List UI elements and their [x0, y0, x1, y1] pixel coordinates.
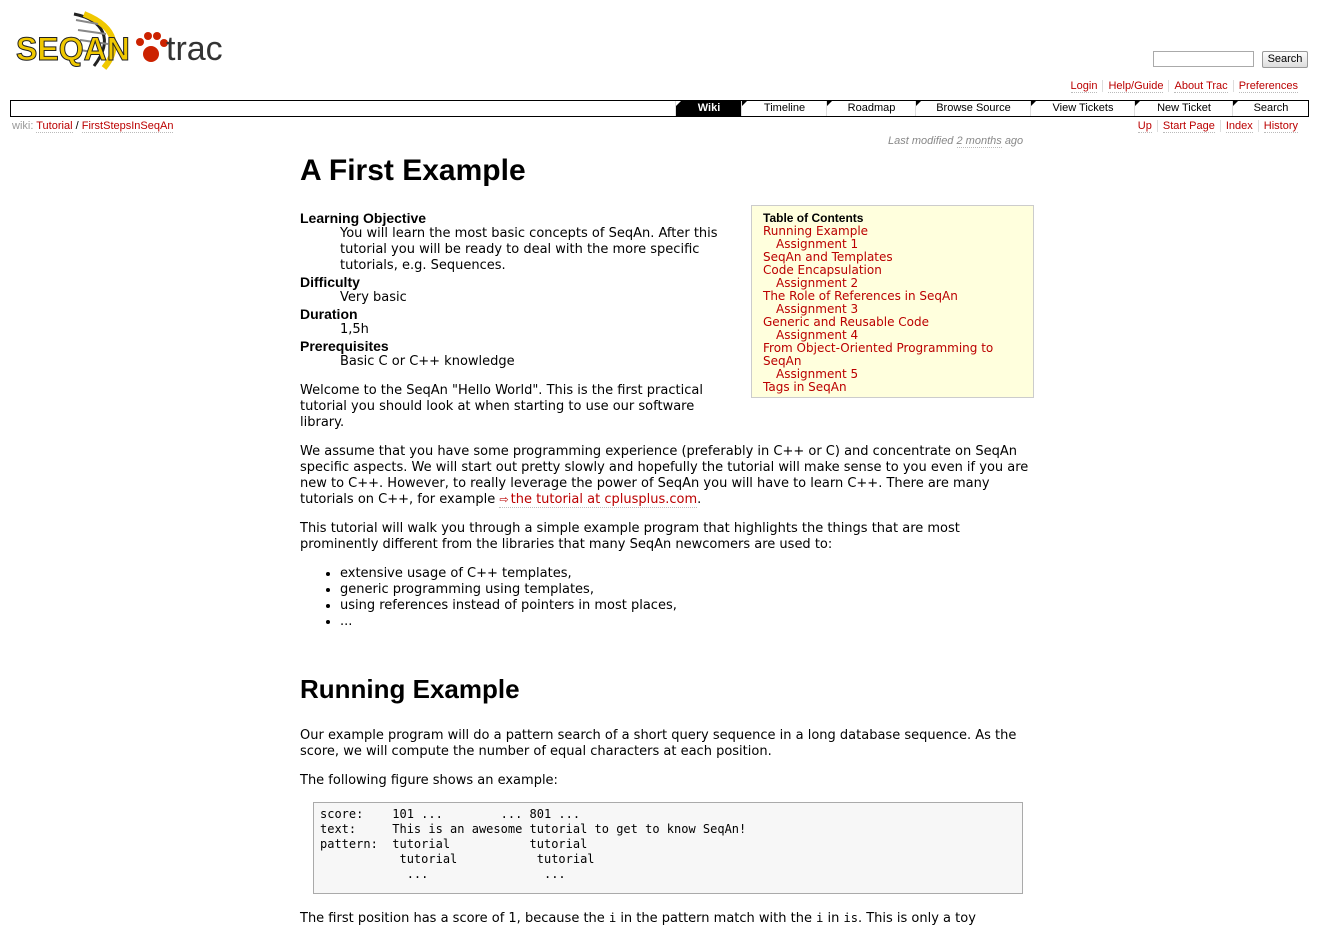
context-navigation: Up Start Page Index History	[1133, 120, 1303, 133]
section-heading-running-example: Running Example	[300, 674, 520, 704]
last-modified-suffix: ago	[1004, 135, 1024, 147]
search-button[interactable]: Search	[1262, 51, 1308, 68]
figure-intro: The following figure shows an example:	[300, 773, 558, 788]
score-text-c: in	[827, 911, 840, 926]
paw-icon	[136, 32, 168, 62]
score-text-a: The first position has a score of 1, bec…	[300, 911, 605, 926]
tab-label: Search	[1253, 102, 1289, 114]
up-link[interactable]: Up	[1137, 120, 1152, 133]
start-page-link[interactable]: Start Page	[1162, 120, 1215, 133]
walkthrough-paragraph: This tutorial will walk you through a si…	[300, 521, 960, 552]
history-link[interactable]: History	[1263, 120, 1298, 133]
list-item: using references instead of pointers in …	[340, 598, 1037, 614]
meta-term: Learning Objective	[300, 210, 427, 226]
assumption-paragraph: We assume that you have some programming…	[300, 444, 1037, 508]
inline-code: i	[816, 911, 824, 925]
wiki-content: A First Example Learning Objective You w…	[300, 150, 1037, 940]
help-guide-link[interactable]: Help/Guide	[1108, 80, 1164, 93]
tab-label: Timeline	[763, 102, 806, 114]
tab-new-ticket[interactable]: New Ticket	[1134, 101, 1233, 116]
last-modified-prefix: Last modified	[888, 135, 954, 147]
meta-navigation: Login Help/Guide About Trac Preferences	[1066, 80, 1303, 93]
meta-term: Duration	[300, 306, 358, 322]
example-description: Our example program will do a pattern se…	[300, 728, 1017, 759]
tab-timeline[interactable]: Timeline	[741, 101, 827, 116]
meta-desc: Basic C or C++ knowledge	[340, 354, 515, 369]
breadcrumb-firststeps-link[interactable]: FirstStepsInSeqAn	[81, 120, 174, 133]
tab-label: Browse Source	[936, 102, 1011, 114]
intro-paragraph: Welcome to the SeqAn "Hello World". This…	[300, 383, 703, 430]
main-navigation: Wiki Timeline Roadmap Browse Source View…	[10, 100, 1309, 117]
meta-term: Difficulty	[300, 274, 360, 290]
meta-desc: You will learn the most basic concepts o…	[340, 226, 718, 273]
tab-search[interactable]: Search	[1232, 101, 1309, 116]
meta-desc: 1,5h	[340, 322, 369, 337]
example-figure-code: score: 101 ... ... 801 ... text: This is…	[313, 802, 1023, 894]
tab-view-tickets[interactable]: View Tickets	[1030, 101, 1135, 116]
inline-code: i	[608, 911, 617, 925]
external-link-icon: ⇨	[499, 493, 509, 506]
breadcrumb-separator: /	[75, 120, 79, 132]
index-link[interactable]: Index	[1225, 120, 1253, 133]
list-item: ...	[340, 614, 1037, 630]
tutorial-meta: Learning Objective You will learn the mo…	[300, 210, 740, 370]
list-item: extensive usage of C++ templates,	[340, 566, 1037, 582]
breadcrumb-tutorial-link[interactable]: Tutorial	[36, 120, 73, 133]
cplusplus-link-label: the tutorial at cplusplus.com	[510, 492, 698, 507]
login-link[interactable]: Login	[1070, 80, 1098, 93]
list-item: generic programming using templates,	[340, 582, 1037, 598]
breadcrumb: wiki: Tutorial / FirstStepsInSeqAn	[12, 120, 174, 133]
score-text-d: . This is only a toy	[857, 911, 976, 926]
inline-code: is	[843, 911, 858, 925]
tab-label: New Ticket	[1157, 102, 1211, 114]
breadcrumb-prefix: wiki:	[12, 120, 34, 132]
last-modified-ago-link[interactable]: 2 months	[956, 135, 1002, 148]
tab-wiki[interactable]: Wiki	[675, 101, 742, 116]
logo-seqan-text: SEQAN	[16, 31, 130, 67]
score-explanation: The first position has a score of 1, bec…	[300, 910, 1037, 927]
meta-term: Prerequisites	[300, 338, 389, 354]
tab-label: Roadmap	[847, 102, 896, 114]
tab-browse-source[interactable]: Browse Source	[915, 101, 1031, 116]
about-trac-link[interactable]: About Trac	[1174, 80, 1228, 93]
logo-trac-text: trac	[166, 30, 223, 68]
last-modified: Last modified 2 months ago	[888, 135, 1024, 148]
tab-roadmap[interactable]: Roadmap	[826, 101, 916, 116]
tab-label: View Tickets	[1052, 102, 1114, 114]
assumption-end: .	[697, 492, 702, 507]
feature-list: extensive usage of C++ templates, generi…	[300, 566, 1037, 630]
search-input[interactable]	[1153, 51, 1254, 67]
meta-desc: Very basic	[340, 290, 407, 305]
seqan-trac-logo[interactable]: SEQAN trac	[14, 10, 229, 70]
score-text-b: in the pattern match with the	[620, 911, 812, 926]
preferences-link[interactable]: Preferences	[1238, 80, 1298, 93]
tab-label: Wiki	[697, 102, 721, 114]
page-title: A First Example	[300, 154, 526, 187]
cplusplus-tutorial-link[interactable]: ⇨ the tutorial at cplusplus.com	[499, 492, 698, 508]
